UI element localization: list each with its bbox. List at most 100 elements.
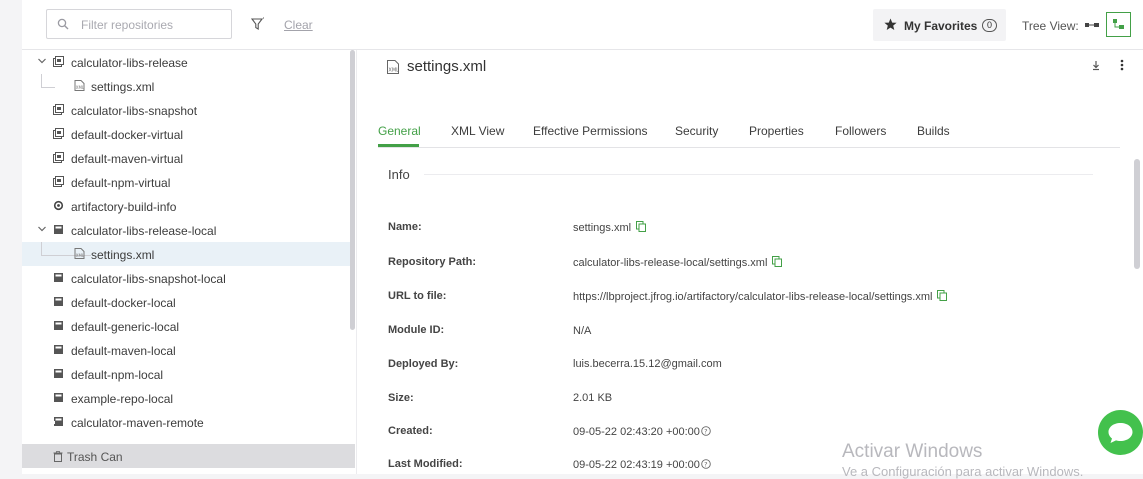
tab-builds[interactable]: Builds bbox=[917, 124, 950, 138]
tree-item-label: default-docker-virtual bbox=[71, 128, 184, 142]
tree-item-label: default-maven-local bbox=[71, 344, 176, 358]
tree-item-label: default-docker-local bbox=[71, 296, 176, 310]
detail-tabs: General XML View Effective Permissions S… bbox=[378, 120, 1120, 148]
local-repo-icon bbox=[54, 297, 63, 306]
xml-file-icon: XML bbox=[387, 60, 399, 74]
tree-item-label: artifactory-build-info bbox=[71, 200, 177, 214]
content-scrollbar[interactable] bbox=[1134, 159, 1140, 269]
tab-followers[interactable]: Followers bbox=[835, 124, 886, 138]
tree-scrollbar[interactable] bbox=[350, 50, 355, 330]
xml-file-icon: XML bbox=[74, 80, 85, 91]
tree-item-example-repo-local[interactable]: example-repo-local bbox=[22, 386, 350, 410]
prop-value-size: 2.01 KB bbox=[573, 392, 613, 404]
svg-text:?: ? bbox=[704, 461, 707, 469]
windows-activation-watermark-title: Activar Windows bbox=[842, 441, 983, 462]
star-icon bbox=[884, 18, 897, 30]
xml-file-icon: XML bbox=[74, 248, 85, 259]
virtual-repo-icon bbox=[53, 176, 64, 187]
tree-item-default-maven-virtual[interactable]: default-maven-virtual bbox=[22, 146, 350, 170]
tree-structure-icon bbox=[1113, 19, 1124, 29]
tree-item-settings-xml[interactable]: XML settings.xml bbox=[22, 74, 350, 98]
tree-item-label: calculator-libs-release bbox=[71, 56, 188, 70]
build-info-icon bbox=[53, 200, 64, 211]
svg-text:XML: XML bbox=[76, 253, 85, 258]
tree-item-label: calculator-libs-snapshot bbox=[71, 104, 198, 118]
tree-item-calculator-libs-snapshot[interactable]: calculator-libs-snapshot bbox=[22, 98, 350, 122]
favorites-count-badge: 0 bbox=[982, 19, 997, 32]
local-repo-icon bbox=[54, 393, 63, 402]
filter-repositories-input[interactable] bbox=[79, 15, 229, 35]
tree-item-calculator-libs-release-local[interactable]: calculator-libs-release-local bbox=[22, 218, 350, 242]
more-options-icon[interactable] bbox=[1114, 57, 1130, 73]
tree-item-default-generic-local[interactable]: default-generic-local bbox=[22, 314, 350, 338]
prop-value-deployed-by: luis.becerra.15.12@gmail.com bbox=[573, 358, 722, 370]
tab-xml-view[interactable]: XML View bbox=[451, 124, 504, 138]
my-favorites-label: My Favorites bbox=[904, 19, 978, 33]
tab-properties[interactable]: Properties bbox=[749, 124, 804, 138]
clear-link[interactable]: Clear bbox=[284, 18, 313, 32]
local-repo-icon bbox=[54, 321, 63, 330]
filter-funnel-icon[interactable] bbox=[251, 17, 265, 31]
tree-view-toggle-button[interactable] bbox=[1106, 12, 1131, 37]
top-toolbar: Clear My Favorites 0 Tree View: bbox=[22, 0, 1143, 50]
remote-repo-icon bbox=[53, 417, 63, 426]
my-favorites-button[interactable]: My Favorites 0 bbox=[873, 9, 1006, 41]
svg-text:?: ? bbox=[704, 428, 707, 436]
prop-value-created: 09-05-22 02:43:20 +00:00? bbox=[573, 426, 711, 438]
tab-general[interactable]: General bbox=[378, 124, 421, 138]
tree-item-calculator-libs-snapshot-local[interactable]: calculator-libs-snapshot-local bbox=[22, 266, 350, 290]
prop-label-name: Name: bbox=[388, 221, 422, 233]
trash-icon bbox=[53, 451, 63, 462]
tree-item-artifactory-build-info[interactable]: artifactory-build-info bbox=[22, 194, 350, 218]
help-icon[interactable]: ? bbox=[701, 426, 711, 436]
trash-can-item[interactable]: Trash Can bbox=[22, 444, 355, 468]
artifactory-app: Clear My Favorites 0 Tree View: calculat… bbox=[22, 0, 1143, 474]
info-divider bbox=[424, 174, 1093, 175]
prop-label-deployed-by: Deployed By: bbox=[388, 358, 459, 370]
chat-button[interactable] bbox=[1098, 410, 1143, 455]
virtual-repo-icon bbox=[53, 56, 64, 67]
tree-item-label: settings.xml bbox=[91, 80, 155, 94]
tab-effective-permissions[interactable]: Effective Permissions bbox=[533, 124, 648, 138]
tree-item-calculator-maven-remote[interactable]: calculator-maven-remote bbox=[22, 410, 350, 434]
prop-label-url-to-file: URL to file: bbox=[388, 290, 447, 302]
tree-item-default-npm-virtual[interactable]: default-npm-virtual bbox=[22, 170, 350, 194]
prop-value-last-modified: 09-05-22 02:43:19 +00:00? bbox=[573, 459, 711, 471]
tree-item-calculator-libs-release[interactable]: calculator-libs-release bbox=[22, 50, 350, 74]
tree-item-label: default-maven-virtual bbox=[71, 152, 184, 166]
copy-icon[interactable] bbox=[937, 290, 948, 301]
local-repo-icon bbox=[54, 225, 63, 234]
file-title: settings.xml bbox=[407, 58, 487, 75]
tree-item-settings-xml-selected[interactable]: XML settings.xml bbox=[22, 242, 350, 266]
chevron-down-icon[interactable] bbox=[37, 224, 47, 234]
svg-text:XML: XML bbox=[76, 85, 85, 90]
prop-label-created: Created: bbox=[388, 425, 433, 437]
copy-icon[interactable] bbox=[772, 256, 783, 267]
tree-item-label: example-repo-local bbox=[71, 392, 174, 406]
search-icon bbox=[57, 18, 69, 30]
trash-can-label: Trash Can bbox=[67, 450, 123, 464]
download-icon[interactable] bbox=[1088, 57, 1104, 73]
tree-item-default-docker-local[interactable]: default-docker-local bbox=[22, 290, 350, 314]
tree-item-default-npm-local[interactable]: default-npm-local bbox=[22, 362, 350, 386]
tree-connector bbox=[41, 74, 55, 88]
flat-view-icon[interactable] bbox=[1081, 14, 1103, 36]
prop-label-size: Size: bbox=[388, 392, 414, 404]
prop-label-last-modified: Last Modified: bbox=[388, 458, 463, 470]
prop-label-repository-path: Repository Path: bbox=[388, 256, 477, 268]
tab-security[interactable]: Security bbox=[675, 124, 718, 138]
artifact-detail-panel: XML settings.xml General XML View Effect… bbox=[358, 50, 1143, 474]
windows-activation-watermark-subtitle: Ve a Configuración para activar Windows. bbox=[842, 464, 1084, 479]
tree-item-default-docker-virtual[interactable]: default-docker-virtual bbox=[22, 122, 350, 146]
filter-repositories-box[interactable] bbox=[46, 9, 232, 39]
help-icon[interactable]: ? bbox=[701, 459, 711, 469]
chat-bubble-icon bbox=[1108, 423, 1133, 443]
virtual-repo-icon bbox=[53, 128, 64, 139]
tree-item-default-maven-local[interactable]: default-maven-local bbox=[22, 338, 350, 362]
copy-icon[interactable] bbox=[636, 221, 647, 232]
active-tab-indicator bbox=[378, 144, 419, 147]
tree-item-label: default-npm-virtual bbox=[71, 176, 171, 190]
prop-value-repository-path: calculator-libs-release-local/settings.x… bbox=[573, 256, 783, 269]
repository-tree: calculator-libs-release XML settings.xml… bbox=[22, 50, 355, 444]
chevron-down-icon[interactable] bbox=[37, 56, 47, 66]
